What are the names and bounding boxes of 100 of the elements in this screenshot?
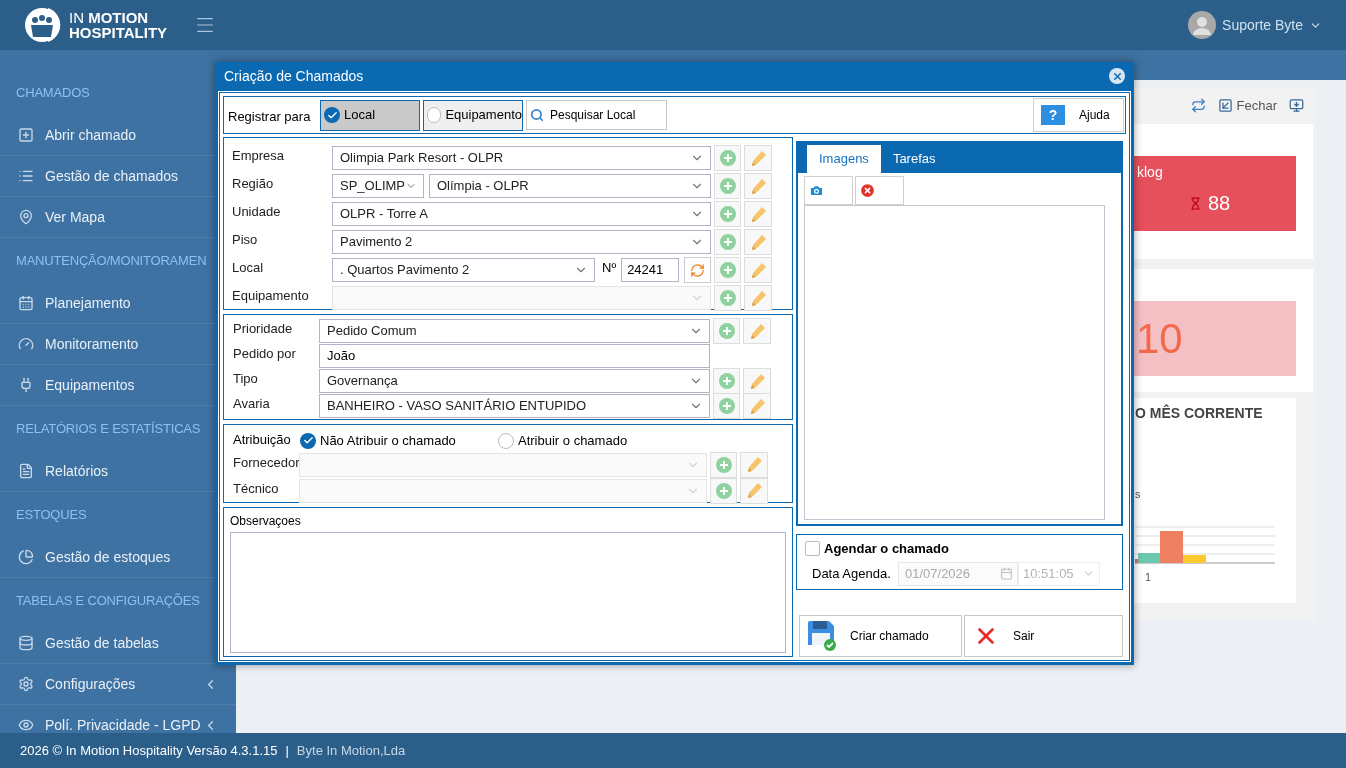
edit-button[interactable]	[744, 229, 772, 255]
edit-button[interactable]	[743, 368, 771, 394]
field-label: Empresa	[232, 147, 286, 166]
camera-button[interactable]	[804, 176, 853, 205]
add-button[interactable]	[710, 451, 737, 478]
pencil-icon	[749, 233, 767, 251]
gauge-icon	[18, 336, 34, 352]
floppy-disk-icon	[808, 621, 836, 651]
plus-icon	[718, 323, 735, 339]
plug-icon	[18, 377, 34, 393]
toggle-option[interactable]: Local	[320, 99, 420, 131]
calendar-icon	[1000, 567, 1013, 580]
toggle-option[interactable]: Equipamento	[423, 99, 523, 131]
tile-value: 88	[1208, 193, 1231, 213]
add-button[interactable]	[710, 477, 737, 504]
add-button[interactable]	[714, 229, 741, 255]
add-button[interactable]	[713, 318, 740, 344]
sidebar-heading: TABELAS E CONFIGURAÇÕES	[16, 591, 200, 610]
field-label: Unidade	[232, 203, 282, 222]
refresh-button[interactable]	[684, 257, 711, 283]
sidebar-item[interactable]: Gestão de estoques	[18, 546, 218, 568]
create-button[interactable]: Criar chamado	[799, 615, 962, 657]
dropdown[interactable]: Governança	[319, 369, 710, 393]
footer-text: 2026 © In Motion Hospitality Versão 4.3.1.15	[20, 741, 278, 760]
dropdown[interactable]: Pedido Comum	[319, 319, 710, 343]
edit-button[interactable]	[744, 285, 772, 311]
add-button[interactable]	[714, 173, 741, 199]
edit-button[interactable]	[744, 173, 772, 199]
sidebar-item[interactable]: Configurações	[18, 673, 218, 695]
sidebar-heading: MANUTENÇÃO/MONITORAMEN	[16, 251, 207, 270]
tab[interactable]: Tarefas	[880, 145, 948, 173]
monitor-icon[interactable]	[1289, 98, 1304, 113]
close-button[interactable]	[1109, 68, 1125, 84]
dropdown[interactable]: OLPR - Torre A	[332, 202, 711, 226]
axis-label: 1	[1145, 569, 1152, 585]
sidebar-item[interactable]: Relatórios	[18, 460, 218, 482]
sidebar-heading: CHAMADOS	[16, 83, 90, 102]
field-label: Região	[232, 175, 275, 194]
search-button[interactable]: Pesquisar Local	[526, 100, 667, 130]
dropdown[interactable]: . Quartos Pavimento 2	[332, 258, 595, 282]
sidebar-item[interactable]: Monitoramento	[18, 333, 218, 355]
pencil-icon	[745, 456, 763, 473]
plus-icon	[719, 178, 736, 194]
edit-button[interactable]	[744, 145, 772, 171]
edit-button[interactable]	[744, 201, 772, 227]
pencil-icon	[749, 149, 767, 167]
field-label: Atribuição	[233, 430, 292, 449]
dropdown[interactable]: SP_OLIMP	[332, 174, 424, 198]
plus-icon	[719, 290, 736, 306]
refresh-icon[interactable]	[1190, 98, 1206, 113]
add-button[interactable]	[713, 393, 740, 419]
close-circle-icon	[859, 182, 876, 199]
pie-chart-icon	[18, 549, 34, 565]
sidebar-item[interactable]: Gestão de tabelas	[18, 632, 218, 654]
close-button[interactable]: Fechar	[1217, 95, 1277, 116]
sidebar-item[interactable]: Abrir chamado	[18, 124, 218, 146]
settings-icon	[18, 676, 34, 692]
exit-button[interactable]: Sair	[964, 615, 1123, 657]
avatar-icon	[1188, 11, 1217, 39]
sidebar-item[interactable]: Planejamento	[18, 292, 218, 314]
tab[interactable]: Imagens	[807, 145, 881, 173]
add-button[interactable]	[714, 257, 741, 283]
radio-option[interactable]: Não Atribuir o chamado	[300, 431, 498, 451]
dropdown[interactable]: Olimpia Park Resort - OLPR	[332, 146, 711, 170]
pencil-icon	[745, 482, 763, 499]
user-menu[interactable]: Suporte Byte	[1188, 11, 1346, 39]
edit-button[interactable]	[744, 257, 772, 283]
dropdown[interactable]: Olímpia - OLPR	[429, 174, 711, 198]
radio-option[interactable]: Atribuir o chamado	[498, 431, 696, 451]
field-label: Nº	[602, 259, 617, 278]
delete-button[interactable]	[855, 176, 904, 205]
add-button[interactable]	[714, 145, 741, 171]
pencil-icon	[749, 261, 767, 279]
footer-link[interactable]: Byte In Motion,Lda	[296, 740, 406, 761]
edit-button[interactable]	[740, 477, 768, 504]
sidebar-item[interactable]: Equipamentos	[18, 374, 218, 396]
field-label: Piso	[232, 231, 259, 250]
sidebar-item[interactable]: Gestão de chamados	[18, 165, 218, 187]
dropdown[interactable]: BANHEIRO - VASO SANITÁRIO ENTUPIDO	[319, 394, 710, 418]
field-label: Técnico	[233, 479, 280, 498]
notes-field[interactable]	[230, 532, 786, 653]
edit-button[interactable]	[743, 318, 771, 344]
text-field[interactable]: João	[319, 344, 710, 368]
sidebar-item[interactable]: Polí. Privacidade - LGPD	[18, 714, 218, 733]
edit-button[interactable]	[743, 393, 771, 419]
sidebar-item[interactable]: Ver Mapa	[18, 206, 218, 228]
add-button[interactable]	[714, 285, 741, 311]
help-button[interactable]: ? Ajuda	[1033, 98, 1124, 132]
dropdown[interactable]: Pavimento 2	[332, 230, 711, 254]
file-icon	[18, 463, 34, 479]
number-field[interactable]: 24241	[621, 258, 680, 282]
sidebar-heading: ESTOQUES	[16, 505, 87, 524]
plus-square-icon	[18, 127, 34, 143]
sidebar-heading: RELATÓRIOS E ESTATÍSTICAS	[16, 419, 201, 438]
add-button[interactable]	[713, 368, 740, 394]
add-button[interactable]	[714, 201, 741, 227]
plus-icon	[719, 206, 736, 222]
chart-title: O MÊS CORRENTE	[1135, 403, 1264, 423]
edit-button[interactable]	[740, 451, 768, 478]
field-label: Observaçoes	[230, 513, 302, 530]
